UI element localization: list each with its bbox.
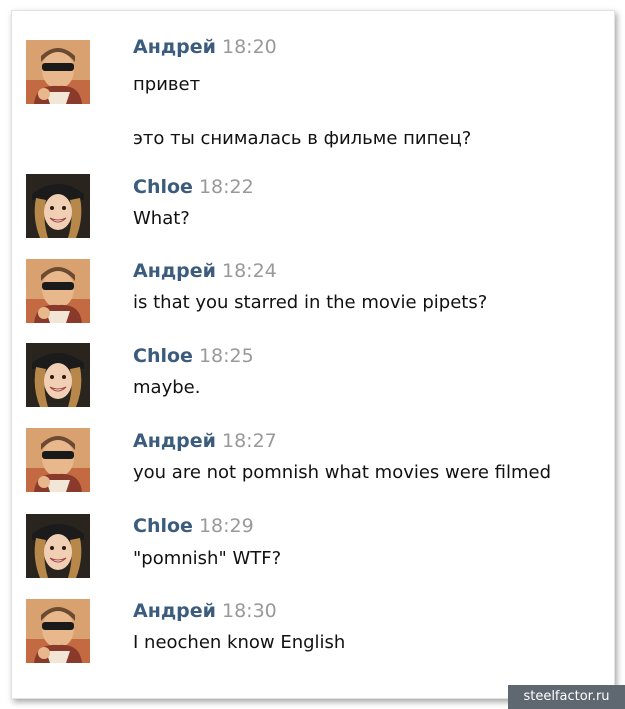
message-text: это ты снималась в фильме пипец? (133, 128, 472, 149)
user-photo-icon (26, 174, 90, 238)
avatar-chloe[interactable] (26, 174, 90, 238)
message-text: you are not pomnish what movies were fil… (133, 462, 551, 483)
message-text: "pomnish" WTF? (133, 548, 282, 569)
message-header: Андрей 18:24 (133, 259, 277, 283)
author-name[interactable]: Андрей (133, 600, 216, 622)
message-text: maybe. (133, 377, 201, 398)
message-header: Андрей 18:27 (133, 429, 277, 453)
author-name[interactable]: Андрей (133, 260, 216, 282)
message-header: Chloe 18:29 (133, 514, 254, 538)
user-photo-icon (26, 599, 90, 663)
message-time: 18:20 (221, 36, 277, 58)
message-header: Chloe 18:25 (133, 344, 254, 368)
author-name[interactable]: Андрей (133, 36, 216, 58)
message-time: 18:29 (198, 515, 254, 537)
user-photo-icon (26, 259, 90, 323)
message-header: Андрей 18:30 (133, 599, 277, 623)
message-text: привет (133, 74, 201, 95)
avatar-andrey[interactable] (26, 259, 90, 323)
avatar-andrey[interactable] (26, 599, 90, 663)
user-photo-icon (26, 428, 90, 492)
message-time: 18:30 (221, 600, 277, 622)
author-name[interactable]: Chloe (133, 515, 193, 537)
avatar-andrey[interactable] (26, 40, 90, 104)
message-time: 18:22 (198, 176, 254, 198)
avatar-chloe[interactable] (26, 343, 90, 407)
watermark: steelfactor.ru (508, 685, 625, 709)
avatar-andrey[interactable] (26, 428, 90, 492)
author-name[interactable]: Chloe (133, 345, 193, 367)
message-time: 18:25 (198, 345, 254, 367)
user-photo-icon (26, 40, 90, 104)
message-time: 18:24 (221, 260, 277, 282)
chat-frame: Андрей 18:20 привет это ты снималась в фи… (11, 10, 615, 699)
message-header: Андрей 18:20 (133, 35, 277, 59)
message-text: is that you starred in the movie pipets? (133, 292, 488, 313)
author-name[interactable]: Андрей (133, 430, 216, 452)
message-text: I neochen know English (133, 632, 346, 653)
avatar-chloe[interactable] (26, 514, 90, 578)
message-text: What? (133, 208, 190, 229)
author-name[interactable]: Chloe (133, 176, 193, 198)
user-photo-icon (26, 514, 90, 578)
message-header: Chloe 18:22 (133, 175, 254, 199)
message-time: 18:27 (221, 430, 277, 452)
user-photo-icon (26, 343, 90, 407)
